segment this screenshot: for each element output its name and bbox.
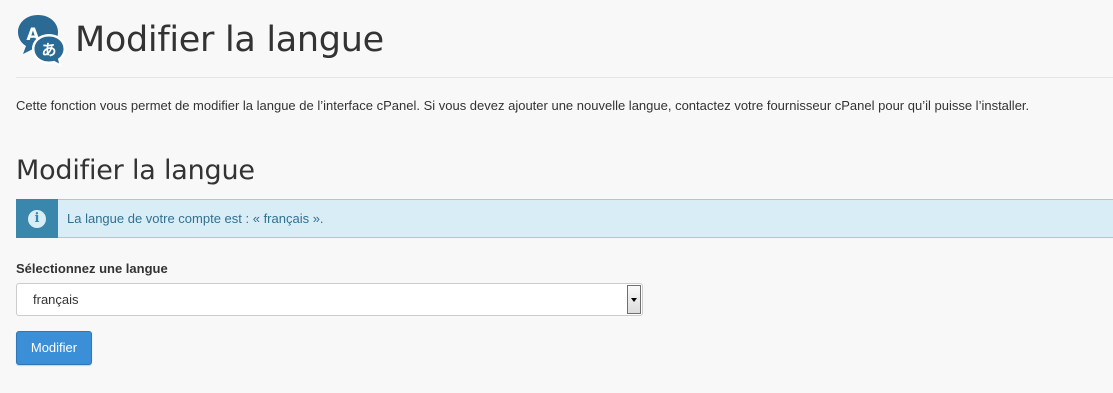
page-description: Cette fonction vous permet de modifier l…	[16, 98, 1030, 113]
language-select[interactable]: français	[16, 283, 643, 316]
header-divider	[16, 77, 1113, 78]
chevron-down-icon[interactable]	[627, 285, 641, 314]
page-header: A あ Modifier la langue	[16, 12, 384, 68]
section-title: Modifier la langue	[16, 155, 255, 186]
language-select-label: Sélectionnez une langue	[16, 261, 168, 276]
svg-text:あ: あ	[41, 41, 56, 59]
alert-message: La langue de votre compte est : « frança…	[67, 211, 324, 226]
info-alert: i La langue de votre compte est : « fran…	[16, 199, 1113, 238]
svg-text:A: A	[26, 25, 40, 45]
modify-button[interactable]: Modifier	[16, 331, 92, 365]
language-select-value: français	[33, 292, 79, 307]
alert-icon-container: i	[16, 199, 58, 238]
page-title: Modifier la langue	[75, 20, 384, 60]
language-translate-icon: A あ	[18, 15, 66, 67]
info-icon: i	[28, 209, 46, 228]
page: A あ Modifier la langue Cette fonction vo…	[0, 0, 1113, 393]
